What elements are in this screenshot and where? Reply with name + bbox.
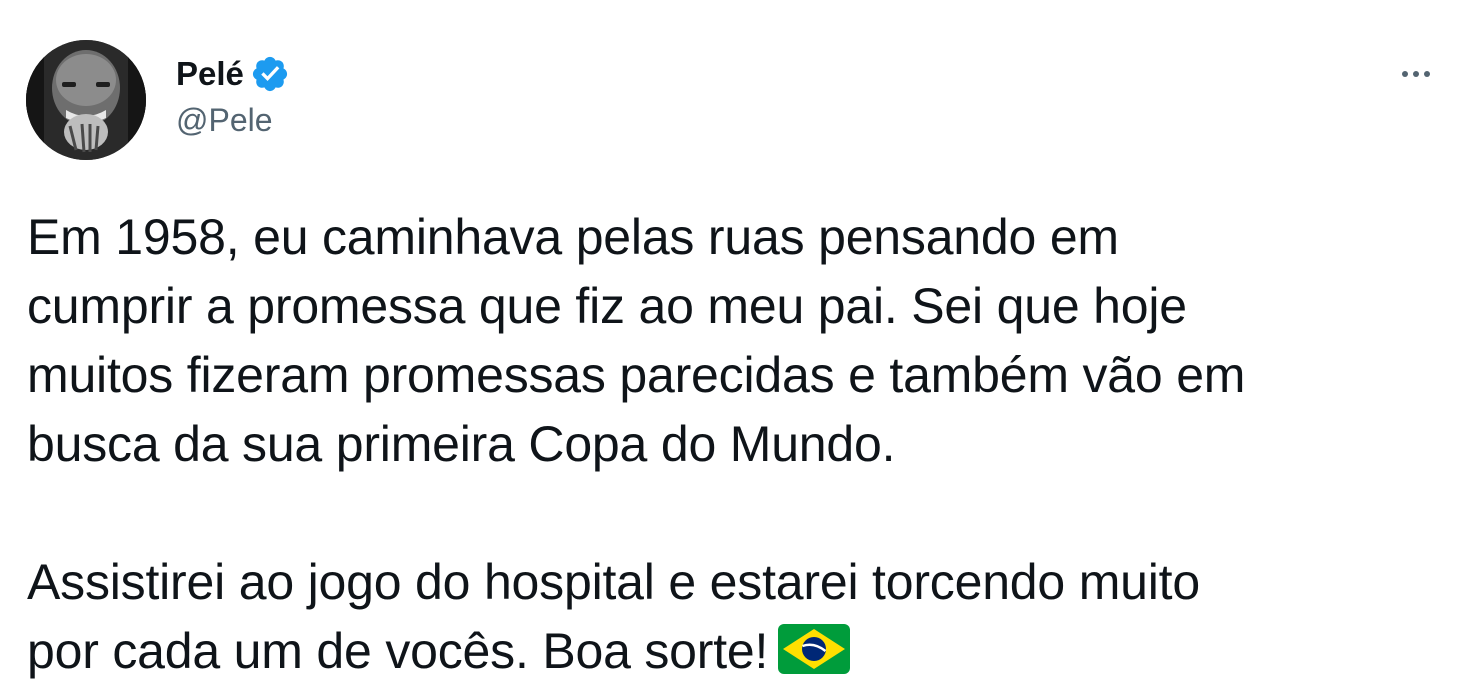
tweet-line: Assistirei ao jogo do hospital e estarei… (27, 554, 1200, 610)
tweet-line-last: por cada um de vocês. Boa sorte! (27, 617, 1447, 686)
brazil-flag-emoji (778, 623, 851, 674)
tweet-line: busca da sua primeira Copa do Mundo. (27, 416, 896, 472)
verified-badge-icon (250, 54, 290, 94)
display-name[interactable]: Pelé (176, 55, 244, 93)
dot (1402, 71, 1408, 77)
tweet-line-text: por cada um de vocês. Boa sorte! (27, 623, 769, 679)
dot (1424, 71, 1430, 77)
more-horizontal-icon[interactable] (1390, 56, 1442, 92)
tweet-line: Em 1958, eu caminhava pelas ruas pensand… (27, 209, 1119, 265)
tweet-line: muitos fizeram promessas parecidas e tam… (27, 347, 1246, 403)
dot (1413, 71, 1419, 77)
handle[interactable]: @Pele (176, 102, 273, 139)
avatar[interactable] (26, 40, 146, 160)
tweet-card: Pelé @Pele Em 1958, eu caminhava pelas r… (0, 0, 1460, 698)
tweet-text: Em 1958, eu caminhava pelas ruas pensand… (27, 203, 1447, 686)
name-row: Pelé (176, 52, 290, 96)
tweet-line: cumprir a promessa que fiz ao meu pai. S… (27, 278, 1187, 334)
